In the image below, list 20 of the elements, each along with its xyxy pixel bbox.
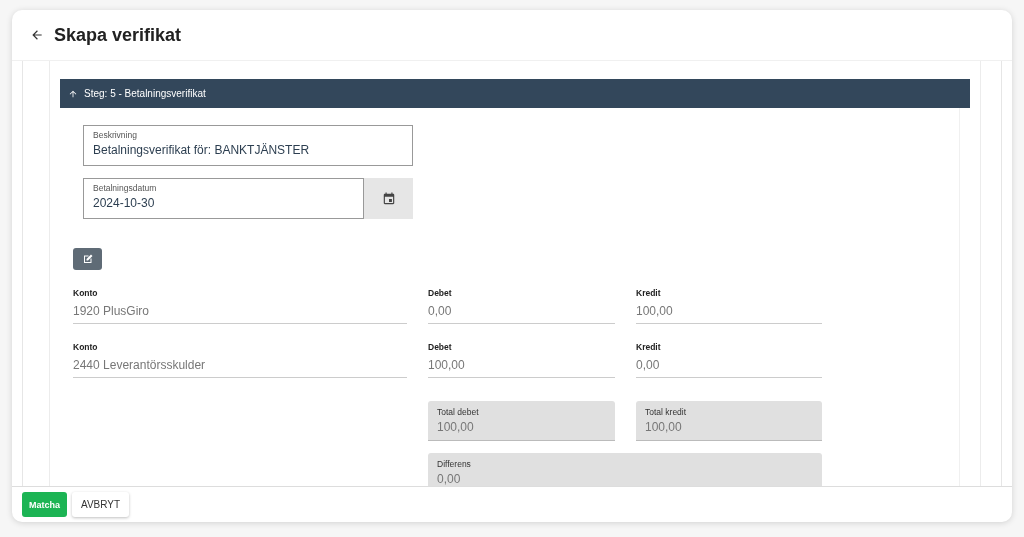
difference-field: Differens 0,00 — [428, 453, 822, 486]
credit-field: Kredit 0,00 — [636, 342, 822, 378]
credit-field: Kredit 100,00 — [636, 288, 822, 324]
step-panel-header[interactable]: Steg: 5 - Betalningsverifikat — [60, 79, 970, 108]
page-title: Skapa verifikat — [54, 24, 182, 46]
description-field[interactable]: Beskrivning Betalningsverifikat för: BANKTJÄNSTER — [83, 125, 413, 166]
step-panel-title: Steg: 5 - Betalningsverifikat — [84, 88, 206, 99]
total-debit-field: Total debet 100,00 — [428, 401, 615, 441]
cancel-button[interactable]: AVBRYT — [72, 492, 130, 517]
calendar-icon — [381, 191, 396, 206]
total-credit-field: Total kredit 100,00 — [636, 401, 822, 441]
calendar-button[interactable] — [364, 178, 413, 219]
edit-button[interactable] — [73, 248, 102, 270]
account-field: Konto 1920 PlusGiro — [73, 288, 407, 324]
date-field[interactable]: Betalningsdatum 2024-10-30 — [83, 178, 364, 219]
debit-field: Debet 0,00 — [428, 288, 615, 324]
edit-icon — [81, 253, 94, 265]
back-arrow-icon[interactable] — [30, 28, 44, 42]
account-field: Konto 2440 Leverantörsskulder — [73, 342, 407, 378]
debit-field: Debet 100,00 — [428, 342, 615, 378]
